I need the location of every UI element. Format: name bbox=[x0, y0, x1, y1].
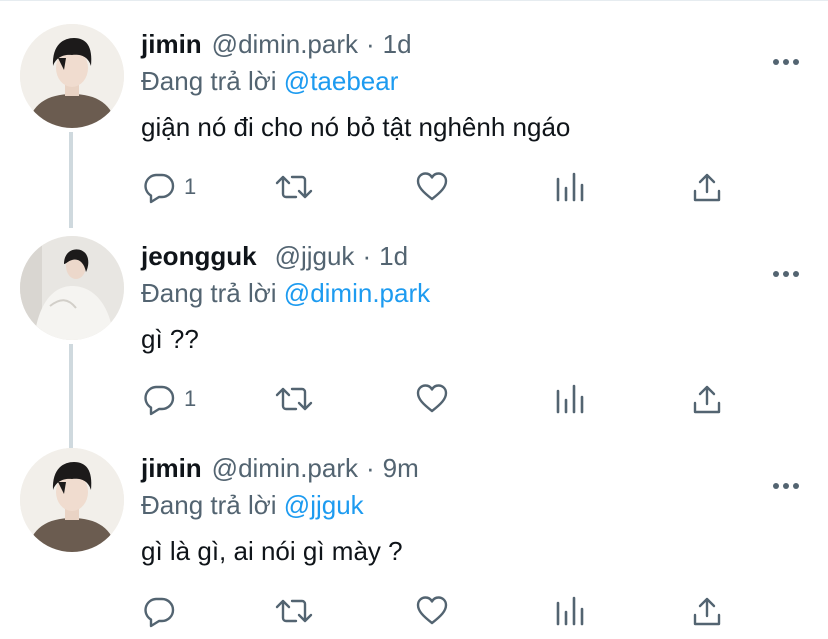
timestamp[interactable]: 1d bbox=[379, 241, 408, 272]
action-bar bbox=[0, 591, 828, 631]
heart-icon bbox=[416, 172, 448, 201]
display-name[interactable]: jeongguk bbox=[141, 241, 257, 272]
analytics-icon bbox=[556, 384, 584, 414]
reply-icon bbox=[144, 173, 175, 204]
replying-to-label: Đang trả lời bbox=[141, 490, 277, 520]
action-bar: 1 bbox=[0, 379, 828, 419]
analytics-icon bbox=[556, 172, 584, 202]
heart-icon bbox=[416, 384, 448, 413]
tweet[interactable]: jeongguk @jjguk · 1d Đang trả lời @dimin… bbox=[0, 236, 828, 426]
mention-link[interactable]: @taebear bbox=[284, 66, 399, 96]
tweet-header: jeongguk @jjguk · 1d bbox=[141, 236, 408, 276]
reply-button[interactable]: 1 bbox=[142, 379, 196, 419]
separator-dot: · bbox=[366, 452, 375, 483]
share-button[interactable] bbox=[692, 591, 722, 631]
user-handle[interactable]: @dimin.park bbox=[212, 29, 358, 60]
tweet-header: jimin @dimin.park · 9m bbox=[141, 448, 419, 488]
avatar[interactable] bbox=[20, 448, 124, 552]
mention-link[interactable]: @jjguk bbox=[284, 490, 364, 520]
retweet-button[interactable] bbox=[274, 379, 314, 419]
analytics-icon bbox=[556, 596, 584, 626]
timestamp[interactable]: 9m bbox=[383, 453, 419, 484]
avatar[interactable] bbox=[20, 24, 124, 128]
like-button[interactable] bbox=[415, 591, 449, 631]
retweet-button[interactable] bbox=[274, 591, 314, 631]
replying-to: Đang trả lời @jjguk bbox=[141, 490, 364, 521]
action-bar: 1 bbox=[0, 167, 828, 207]
user-handle[interactable]: @jjguk bbox=[275, 241, 355, 272]
replying-to: Đang trả lời @dimin.park bbox=[141, 278, 430, 309]
share-icon bbox=[693, 173, 721, 202]
tweet-text: gì là gì, ai nói gì mày ? bbox=[141, 536, 403, 566]
analytics-button[interactable] bbox=[555, 591, 585, 631]
separator-dot: · bbox=[366, 28, 375, 59]
tweet-text: gì ?? bbox=[141, 324, 199, 354]
like-button[interactable] bbox=[415, 167, 449, 207]
replying-to: Đang trả lời @taebear bbox=[141, 66, 398, 97]
retweet-button[interactable] bbox=[274, 167, 314, 207]
replying-to-label: Đang trả lời bbox=[141, 278, 277, 308]
display-name[interactable]: jimin bbox=[141, 453, 202, 484]
reply-icon bbox=[144, 385, 175, 416]
analytics-button[interactable] bbox=[555, 167, 585, 207]
separator-dot: · bbox=[362, 240, 372, 271]
retweet-icon bbox=[275, 387, 313, 411]
reply-icon bbox=[144, 597, 175, 628]
tweet[interactable]: jimin @dimin.park · 9m Đang trả lời @jjg… bbox=[0, 448, 828, 639]
avatar[interactable] bbox=[20, 236, 124, 340]
jeongguk-avatar-image bbox=[20, 236, 124, 340]
share-icon bbox=[693, 597, 721, 626]
reply-button[interactable] bbox=[142, 591, 184, 631]
display-name[interactable]: jimin bbox=[141, 29, 202, 60]
share-icon bbox=[693, 385, 721, 414]
reply-count: 1 bbox=[184, 174, 197, 199]
more-icon[interactable] bbox=[770, 54, 802, 70]
heart-icon bbox=[416, 596, 448, 625]
share-button[interactable] bbox=[692, 379, 722, 419]
timestamp[interactable]: 1d bbox=[383, 29, 412, 60]
more-icon[interactable] bbox=[770, 478, 802, 494]
like-button[interactable] bbox=[415, 379, 449, 419]
replying-to-label: Đang trả lời bbox=[141, 66, 277, 96]
reply-count: 1 bbox=[184, 386, 197, 411]
mention-link[interactable]: @dimin.park bbox=[284, 278, 430, 308]
analytics-button[interactable] bbox=[555, 379, 585, 419]
retweet-icon bbox=[275, 175, 313, 199]
more-icon[interactable] bbox=[770, 266, 802, 282]
top-divider bbox=[0, 0, 828, 1]
tweet[interactable]: jimin @dimin.park · 1d Đang trả lời @tae… bbox=[0, 24, 828, 214]
share-button[interactable] bbox=[692, 167, 722, 207]
reply-button[interactable]: 1 bbox=[142, 167, 196, 207]
jimin-avatar-image bbox=[20, 24, 124, 128]
jimin-avatar-image bbox=[20, 448, 124, 552]
user-handle[interactable]: @dimin.park bbox=[212, 453, 358, 484]
tweet-header: jimin @dimin.park · 1d bbox=[141, 24, 412, 64]
tweet-text: giận nó đi cho nó bỏ tật nghênh ngáo bbox=[141, 112, 571, 142]
retweet-icon bbox=[275, 599, 313, 623]
